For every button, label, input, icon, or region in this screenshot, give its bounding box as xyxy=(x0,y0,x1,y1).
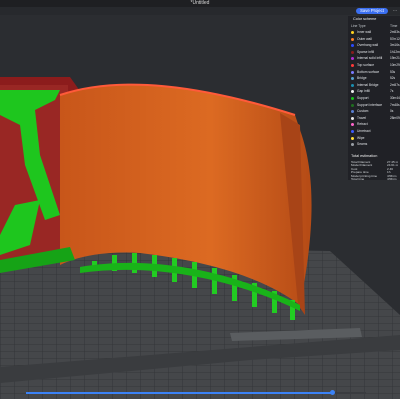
title-bar: *Untitled xyxy=(0,0,400,7)
legend-label: Outer wall xyxy=(357,36,372,41)
color-swatch-icon xyxy=(351,70,354,74)
legend-item[interactable]: Internal Bridge 2m57s xyxy=(351,83,400,88)
legend-label: Retract xyxy=(357,122,368,127)
legend-label: Support interface xyxy=(357,102,383,107)
legend-label: Bridge xyxy=(357,76,367,81)
legend-time: 52s xyxy=(390,76,396,81)
legend-item[interactable]: Unretract xyxy=(351,129,400,134)
legend-time: 1h12m xyxy=(390,49,400,54)
color-swatch-icon xyxy=(351,97,354,100)
color-swatch-icon xyxy=(351,110,354,114)
legend-item[interactable]: Retract xyxy=(351,122,400,127)
layer-slider-fill xyxy=(26,392,332,394)
legend-item[interactable]: Custom 0s xyxy=(351,109,400,114)
color-swatch-icon xyxy=(351,31,354,34)
top-toolbar xyxy=(0,7,400,15)
color-swatch-icon xyxy=(351,37,354,41)
legend-time: 30m44s xyxy=(390,96,400,100)
color-swatch-icon xyxy=(351,50,354,54)
legend-label: Custom xyxy=(357,109,369,114)
legend-item[interactable]: Wipe xyxy=(351,136,400,141)
legend-time: 0s xyxy=(390,109,394,114)
color-swatch-icon xyxy=(351,83,354,87)
legend-item[interactable]: Sparse infill 1h12m xyxy=(351,50,400,55)
legend-time: 28m09s xyxy=(390,115,400,120)
legend-item[interactable]: Outer wall 57m12s xyxy=(351,37,400,42)
save-project-button[interactable]: Save Project xyxy=(356,8,388,14)
legend-label: Wipe xyxy=(357,135,365,140)
legend-time: 7s xyxy=(390,89,394,94)
legend-item[interactable]: Travel 28m09s xyxy=(351,116,400,121)
estimation-row: Total time 4h51m xyxy=(351,177,400,181)
panel-title: Color scheme xyxy=(353,17,377,21)
color-swatch-icon xyxy=(351,130,354,133)
legend-label: Overhang wall xyxy=(357,43,379,48)
estimation-key: Total time xyxy=(351,177,365,181)
legend-label: Internal Bridge xyxy=(357,82,379,87)
color-swatch-icon xyxy=(351,116,354,120)
layer-slider-thumb[interactable] xyxy=(329,390,335,395)
more-options-icon[interactable]: ⋯ xyxy=(392,8,398,14)
3d-viewport[interactable] xyxy=(0,15,400,399)
col-time: Time xyxy=(390,24,398,28)
legend-label: Top surface xyxy=(357,63,375,67)
legend-item[interactable]: Bottom surface 53s xyxy=(351,70,400,75)
estimation-title: Total estimation xyxy=(351,154,378,158)
legend-item[interactable]: Support 30m44s xyxy=(351,96,400,101)
color-swatch-icon xyxy=(351,103,354,107)
legend-label: Unretract xyxy=(357,129,371,133)
legend-label: Sparse infill xyxy=(357,49,375,54)
legend-item[interactable]: Overhang wall 3m16s xyxy=(351,43,400,48)
legend-time: 2m57s xyxy=(390,82,400,87)
color-swatch-icon xyxy=(351,64,354,67)
legend-time: 19m21s xyxy=(390,56,400,61)
legend-item[interactable]: Top surface 10m29s xyxy=(351,63,400,68)
scene-svg xyxy=(0,77,400,399)
legend-label: Support xyxy=(357,96,369,100)
legend-time: 3m16s xyxy=(390,43,400,48)
legend-item[interactable]: Bridge 52s xyxy=(351,76,400,81)
legend-label: Travel xyxy=(357,115,367,120)
legend-label: Seams xyxy=(357,142,368,147)
legend-item[interactable]: Seams xyxy=(351,142,400,147)
legend-item[interactable]: Internal solid infill 19m21s xyxy=(351,56,400,61)
legend-time: 57m12s xyxy=(390,36,400,41)
legend-time: 10m29s xyxy=(390,63,400,67)
col-line-type: Line Type xyxy=(351,24,366,28)
color-swatch-icon xyxy=(351,44,354,48)
legend-label: Bottom surface xyxy=(357,69,380,74)
color-swatch-icon xyxy=(351,123,354,127)
legend-item[interactable]: Support interface 7m48s xyxy=(351,103,400,108)
legend-item[interactable]: Inner wall 2m53s xyxy=(351,30,400,35)
legend-label: Internal solid infill xyxy=(357,56,383,61)
layer-slider[interactable] xyxy=(26,390,366,395)
window-title: *Untitled xyxy=(190,0,210,6)
legend-time: 53s xyxy=(390,69,396,74)
legend-label: Gap infill xyxy=(357,89,370,94)
color-swatch-icon xyxy=(351,77,354,81)
color-swatch-icon xyxy=(351,136,354,140)
color-swatch-icon xyxy=(351,57,354,61)
color-swatch-icon xyxy=(351,143,354,147)
color-swatch-icon xyxy=(351,90,354,94)
legend-panel: Color scheme Line Type Time Inner wall 2m… xyxy=(348,16,400,181)
legend-time: 7m48s xyxy=(390,102,400,107)
estimation-value: 4h51m xyxy=(387,177,397,181)
legend-item[interactable]: Gap infill 7s xyxy=(351,89,400,94)
legend-label: Inner wall xyxy=(357,30,372,34)
legend-time: 2m53s xyxy=(390,30,400,34)
